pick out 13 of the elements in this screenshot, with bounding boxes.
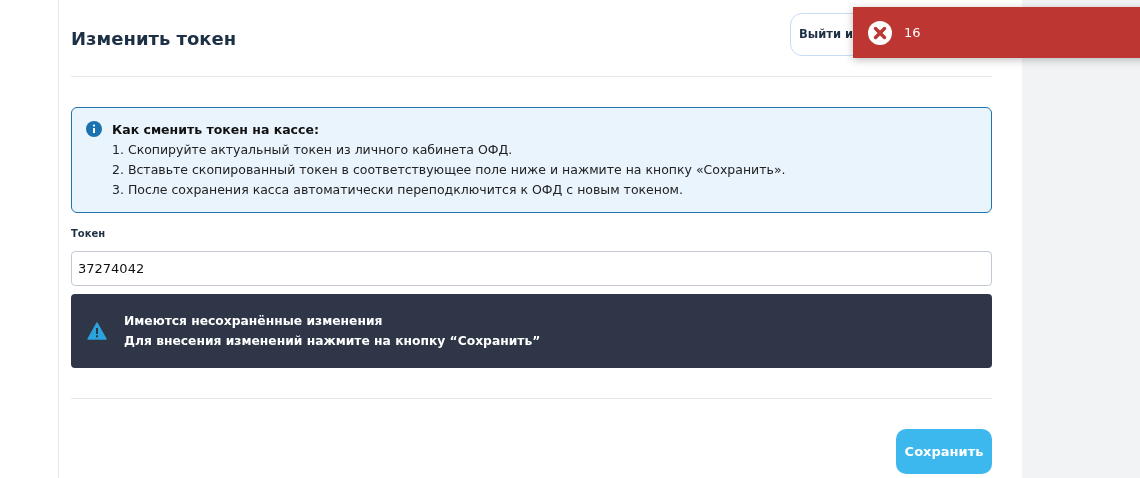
field-label: Токен — [71, 228, 107, 239]
token-input-field[interactable]: 37274042 — [71, 251, 992, 286]
info-step: 3. После сохранения касса автоматически переподключится к ОФД с новым токеном. — [112, 180, 786, 200]
info-icon — [86, 121, 102, 137]
warning-title: Имеются несохранённые изменения — [124, 313, 384, 330]
warning-text: Для внесения изменений нажмите на кнопку “Сохранить” — [124, 333, 541, 350]
info-title: Как сменить токен на кассе: — [112, 121, 320, 139]
warning-icon — [87, 322, 107, 340]
toast-message: 16 — [904, 25, 921, 40]
info-step: 2. Вставьте скопированный токен в соответствующее поле ниже и нажмите на кнопку «Сохранить». — [112, 160, 786, 180]
error-icon — [868, 20, 892, 45]
page-title: Изменить токен — [71, 27, 237, 49]
info-step: 1. Скопируйте актуальный токен из личного кабинета ОФД. — [112, 140, 786, 160]
